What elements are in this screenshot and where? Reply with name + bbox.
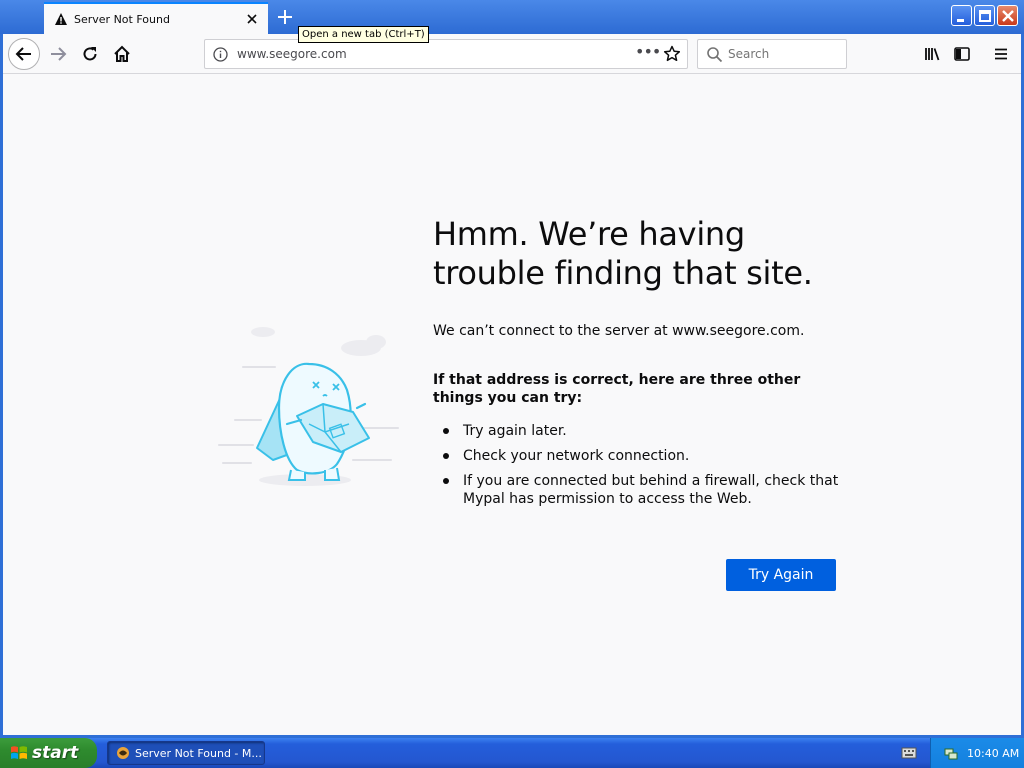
reload-button[interactable] — [74, 38, 106, 70]
search-icon — [707, 47, 723, 63]
suggestion-item: If you are connected but behind a firewa… — [443, 472, 843, 508]
warning-icon — [55, 13, 67, 25]
taskbar: start Server Not Found - M... 10:40 AM — [0, 738, 1024, 768]
windows-flag-icon — [11, 746, 27, 759]
home-button[interactable] — [106, 38, 138, 70]
maximize-icon — [979, 10, 991, 22]
error-description: We can’t connect to the server at www.se… — [433, 323, 805, 339]
library-button[interactable] — [916, 38, 948, 70]
arrow-right-icon — [51, 47, 67, 61]
new-tab-button[interactable] — [272, 3, 298, 31]
tab-close-icon[interactable] — [242, 9, 262, 29]
address-bar[interactable]: www.seegore.com ••• — [204, 39, 688, 69]
page-actions-icon[interactable]: ••• — [635, 42, 661, 61]
error-title: Hmm. We’re having trouble finding that s… — [433, 215, 813, 292]
new-tab-tooltip: Open a new tab (Ctrl+T) — [298, 26, 429, 43]
sidebar-toggle-button[interactable] — [946, 38, 978, 70]
system-clock[interactable]: 10:40 AM — [967, 747, 1019, 760]
page-content: Hmm. We’re having trouble finding that s… — [3, 75, 1021, 735]
suggestions-heading: If that address is correct, here are thr… — [433, 372, 801, 406]
tab-server-not-found[interactable]: Server Not Found — [44, 2, 268, 34]
plus-icon — [278, 10, 292, 24]
info-icon[interactable] — [213, 47, 228, 62]
keyboard-icon[interactable] — [901, 746, 917, 760]
url-text[interactable]: www.seegore.com — [237, 47, 347, 61]
forward-button[interactable] — [42, 38, 74, 70]
tab-strip: Server Not Found Open a new tab (Ctrl+T) — [0, 0, 1024, 43]
hamburger-menu-icon — [995, 48, 1007, 60]
suggestion-item: Try again later. — [443, 422, 843, 440]
arrow-left-icon — [15, 47, 31, 61]
minimize-button[interactable] — [951, 5, 972, 26]
start-button[interactable]: start — [0, 738, 97, 768]
taskbar-item-label: Server Not Found - M... — [135, 746, 262, 760]
navigation-toolbar: www.seegore.com ••• — [3, 34, 1021, 74]
browser-app-icon — [117, 747, 129, 759]
system-tray: 10:40 AM — [930, 738, 1024, 768]
home-icon — [114, 45, 130, 62]
maximize-button[interactable] — [974, 5, 995, 26]
sidebar-icon — [954, 47, 970, 61]
start-label: start — [32, 743, 79, 763]
tab-title: Server Not Found — [74, 12, 170, 26]
close-icon — [1002, 10, 1014, 22]
browser-window: Server Not Found Open a new tab (Ctrl+T) — [0, 0, 1024, 738]
network-icon[interactable] — [943, 745, 959, 761]
suggestion-item: Check your network connection. — [443, 447, 843, 465]
taskbar-item-browser[interactable]: Server Not Found - M... — [107, 741, 265, 765]
menu-button[interactable] — [985, 38, 1017, 70]
library-icon — [925, 48, 940, 61]
reload-icon — [83, 47, 97, 61]
try-again-button[interactable]: Try Again — [726, 559, 836, 591]
error-illustration — [218, 327, 399, 486]
search-input[interactable] — [728, 47, 838, 61]
close-window-button[interactable] — [997, 5, 1018, 26]
minimize-icon — [957, 19, 964, 22]
search-bar[interactable] — [697, 39, 847, 69]
back-button[interactable] — [8, 38, 40, 70]
bookmark-star-icon[interactable] — [663, 45, 681, 63]
suggestions-list: Try again later. Check your network conn… — [443, 422, 843, 515]
